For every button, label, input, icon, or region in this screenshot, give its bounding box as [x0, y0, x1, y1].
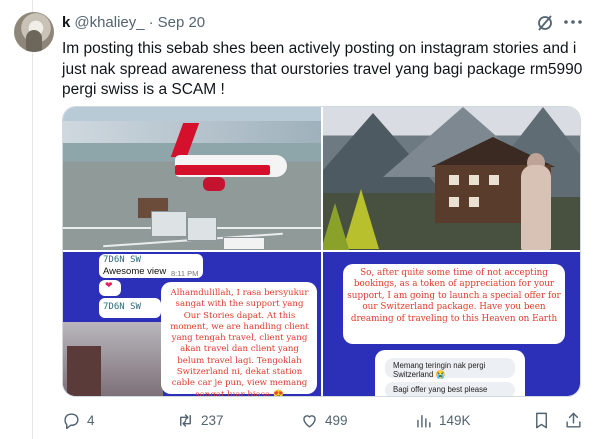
share-button[interactable]	[564, 405, 583, 435]
views-icon	[417, 414, 431, 428]
reply-text: Alhamdulillah, I rasa bersyukur sangat w…	[170, 288, 309, 397]
window	[449, 175, 459, 185]
photo-swiss-village[interactable]	[323, 107, 580, 250]
user-handle[interactable]: @khaliey_	[74, 14, 144, 31]
reply-icon	[64, 412, 79, 429]
baggage-cart	[151, 211, 187, 237]
media-grid: 7D6N SW Awesome view 8:11 PM ❤ 7D6N SW A…	[62, 106, 581, 397]
share-icon	[566, 412, 581, 428]
repost-count: 237	[201, 412, 224, 428]
window	[449, 197, 459, 207]
airplane-livery	[175, 165, 270, 175]
chat-sender: 7D6N SW	[103, 255, 141, 265]
window	[489, 175, 499, 185]
chat-message: Awesome view	[103, 266, 167, 277]
grok-icon[interactable]	[535, 13, 555, 33]
display-name[interactable]: k	[62, 14, 70, 31]
tree	[323, 203, 353, 250]
photo-airport[interactable]	[63, 107, 321, 250]
service-car	[223, 237, 265, 250]
poll-option: Bagi offer yang best please	[385, 382, 515, 396]
avatar[interactable]	[14, 12, 54, 52]
reply-count: 4	[87, 412, 95, 428]
views-count: 149K	[439, 412, 471, 428]
person	[521, 165, 551, 250]
baggage-cart	[187, 217, 217, 241]
offer-text: So, after quite some time of not accepti…	[347, 268, 561, 324]
reply-button[interactable]: 4	[62, 405, 95, 435]
tweet-date[interactable]: Sep 20	[158, 14, 206, 31]
tweet-text: Im posting this sebab shes been actively…	[62, 40, 583, 98]
chat-sender: 7D6N SW	[103, 302, 141, 312]
views-button[interactable]: 149K	[414, 405, 471, 435]
repost-icon	[180, 413, 191, 427]
like-button[interactable]: 499	[300, 405, 348, 435]
bookmark-icon	[536, 412, 547, 428]
chat-time: 8:11 PM	[171, 269, 199, 278]
tweet[interactable]: k @khaliey_ · Sep 20 Im posting this seb…	[0, 0, 607, 439]
window	[469, 197, 479, 207]
separator: ·	[148, 13, 154, 31]
thread-line	[32, 0, 33, 439]
photo-chat-screenshot[interactable]: 7D6N SW Awesome view 8:11 PM ❤ 7D6N SW A…	[63, 252, 321, 397]
window	[469, 175, 479, 185]
tweet-header: k @khaliey_ · Sep 20	[62, 12, 205, 32]
like-count: 499	[325, 412, 348, 428]
photo-offer-story[interactable]: So, after quite some time of not accepti…	[323, 252, 580, 396]
heart-icon	[303, 414, 316, 428]
more-icon[interactable]	[562, 12, 584, 32]
airplane-engine	[203, 177, 225, 191]
heart-icon: ❤	[105, 280, 113, 290]
action-bar: 4 237 499 149K	[0, 405, 607, 435]
cable-car-station-photo	[63, 322, 163, 396]
repost-button[interactable]: 237	[176, 405, 224, 435]
bookmark-button[interactable]	[532, 405, 551, 435]
poll-option: Memang teringin nak pergi Switzerland 😭	[385, 358, 515, 379]
